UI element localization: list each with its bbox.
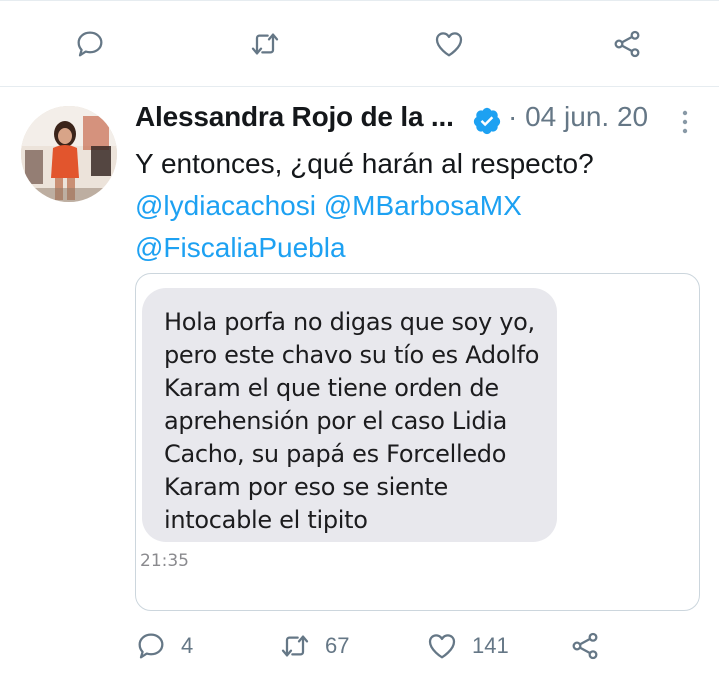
- reply-button[interactable]: [74, 22, 106, 66]
- tweet-action-bar: 4 67 141: [0, 624, 719, 668]
- previous-tweet-action-bar: [0, 22, 719, 66]
- message-line: aprehensión por el caso Lidia: [164, 407, 508, 435]
- like-count: 141: [472, 633, 509, 658]
- mention-link[interactable]: @lydiacachosi: [135, 190, 316, 221]
- retweet-button[interactable]: [249, 22, 281, 66]
- message-timestamp: 21:35: [140, 551, 189, 571]
- date-text: 04 jun. 20: [525, 101, 649, 132]
- separator-dot: ·: [508, 101, 518, 132]
- message-text: Hola porfa no digas que soy yo, pero est…: [164, 306, 539, 537]
- mentions-line-1: @lydiacachosi @MBarbosaMX: [135, 185, 695, 227]
- retweet-icon: [281, 635, 309, 657]
- message-line: intocable el tipito: [164, 506, 368, 534]
- author-avatar[interactable]: [21, 106, 117, 202]
- message-line: Karam el que tiene orden de: [164, 374, 499, 402]
- retweet-button[interactable]: 67: [279, 624, 349, 668]
- share-button[interactable]: [569, 624, 601, 668]
- reply-icon: [138, 633, 164, 659]
- reply-icon: [77, 31, 103, 57]
- avatar-image: [21, 106, 117, 202]
- tweet-image[interactable]: Hola porfa no digas que soy yo, pero est…: [135, 273, 700, 611]
- tweet-text: Y entonces, ¿qué harán al respecto? @lyd…: [135, 143, 695, 269]
- heart-icon: [428, 634, 456, 659]
- more-options-icon[interactable]: [676, 108, 694, 136]
- mentions-line-2: @FiscaliaPuebla: [135, 227, 695, 269]
- share-icon: [572, 632, 598, 660]
- tweet-text-line: Y entonces, ¿qué harán al respecto?: [135, 148, 594, 179]
- mention-link[interactable]: @MBarbosaMX: [324, 190, 522, 221]
- retweet-icon: [251, 33, 279, 55]
- share-button[interactable]: [611, 22, 643, 66]
- message-line: pero este chavo su tío es Adolfo: [164, 341, 540, 369]
- share-icon: [614, 30, 640, 58]
- message-line: Hola porfa no digas que soy yo,: [164, 308, 535, 336]
- retweet-count: 67: [325, 633, 350, 658]
- tweet-date[interactable]: · 04 jun. 20: [508, 101, 648, 133]
- message-line: Karam por eso se siente: [164, 473, 448, 501]
- reply-count: 4: [181, 633, 194, 658]
- mention-link[interactable]: @FiscaliaPuebla: [135, 232, 346, 263]
- like-button[interactable]: 141: [426, 624, 509, 668]
- message-bubble: Hola porfa no digas que soy yo, pero est…: [142, 288, 557, 542]
- tweet-divider: [0, 86, 719, 87]
- message-line: Cacho, su papá es Forcelledo: [164, 440, 507, 468]
- top-divider: [0, 0, 719, 1]
- reply-button[interactable]: 4: [135, 624, 193, 668]
- heart-icon: [435, 32, 463, 57]
- like-button[interactable]: [433, 22, 465, 66]
- verified-badge-icon: [473, 107, 501, 135]
- author-name[interactable]: Alessandra Rojo de la ...: [135, 101, 454, 133]
